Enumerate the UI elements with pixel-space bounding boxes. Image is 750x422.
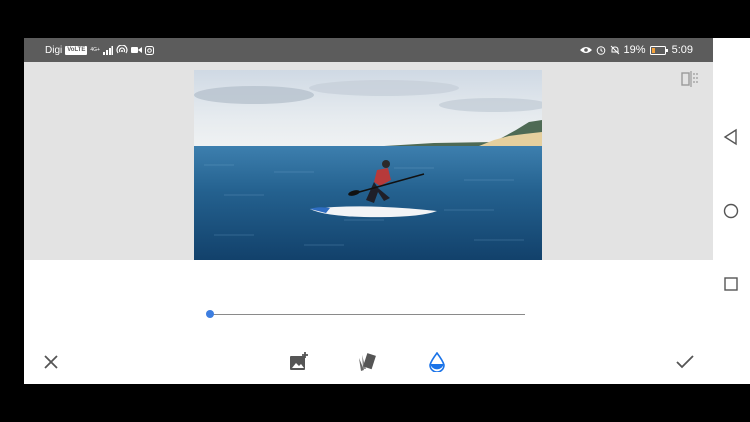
home-icon xyxy=(723,203,739,219)
mute-bell-icon xyxy=(610,45,619,55)
apply-button[interactable] xyxy=(673,350,697,374)
editor-toolbar xyxy=(24,340,713,384)
volte-badge: VoLTE xyxy=(65,45,88,55)
status-left: Digi VoLTE 4G+ xyxy=(45,38,154,62)
status-bar: Digi VoLTE 4G+ 19% 5:09 xyxy=(24,38,713,62)
style-button[interactable] xyxy=(355,350,379,374)
style-icon xyxy=(359,353,376,371)
photo-image xyxy=(194,70,542,260)
video-icon xyxy=(130,47,142,53)
clock: 5:09 xyxy=(671,44,693,56)
back-button[interactable] xyxy=(721,127,741,147)
hotspot-icon xyxy=(116,45,128,54)
alarm-icon xyxy=(596,46,605,55)
compare-icon xyxy=(681,71,698,87)
phone-screen: Digi VoLTE 4G+ 19% 5:09 xyxy=(24,38,713,384)
recents-button[interactable] xyxy=(721,274,741,294)
slider-knob[interactable] xyxy=(206,310,214,318)
adjustment-slider-area xyxy=(24,260,713,340)
tonal-contrast-button[interactable] xyxy=(425,350,449,374)
cancel-button[interactable] xyxy=(39,350,63,374)
close-icon xyxy=(44,355,58,369)
instagram-icon xyxy=(144,45,154,55)
network-label: 4G+ xyxy=(90,46,100,53)
signal-icon xyxy=(102,45,113,55)
eye-icon xyxy=(579,47,592,53)
image-add-button[interactable] xyxy=(287,350,311,374)
image-canvas[interactable] xyxy=(24,62,713,260)
check-icon xyxy=(676,355,694,369)
recents-icon xyxy=(724,277,738,291)
battery-icon xyxy=(649,45,668,55)
battery-percent: 19% xyxy=(623,44,646,56)
edited-photo xyxy=(194,70,542,260)
carrier-label: Digi xyxy=(45,44,63,56)
status-right: 19% 5:09 xyxy=(579,38,693,62)
home-button[interactable] xyxy=(721,201,741,221)
compare-button[interactable] xyxy=(681,71,699,92)
back-icon xyxy=(723,128,737,146)
slider-track[interactable] xyxy=(210,314,525,315)
system-nav-bar xyxy=(713,38,750,384)
image-add-icon xyxy=(290,352,308,370)
tonal-contrast-icon xyxy=(429,352,445,372)
